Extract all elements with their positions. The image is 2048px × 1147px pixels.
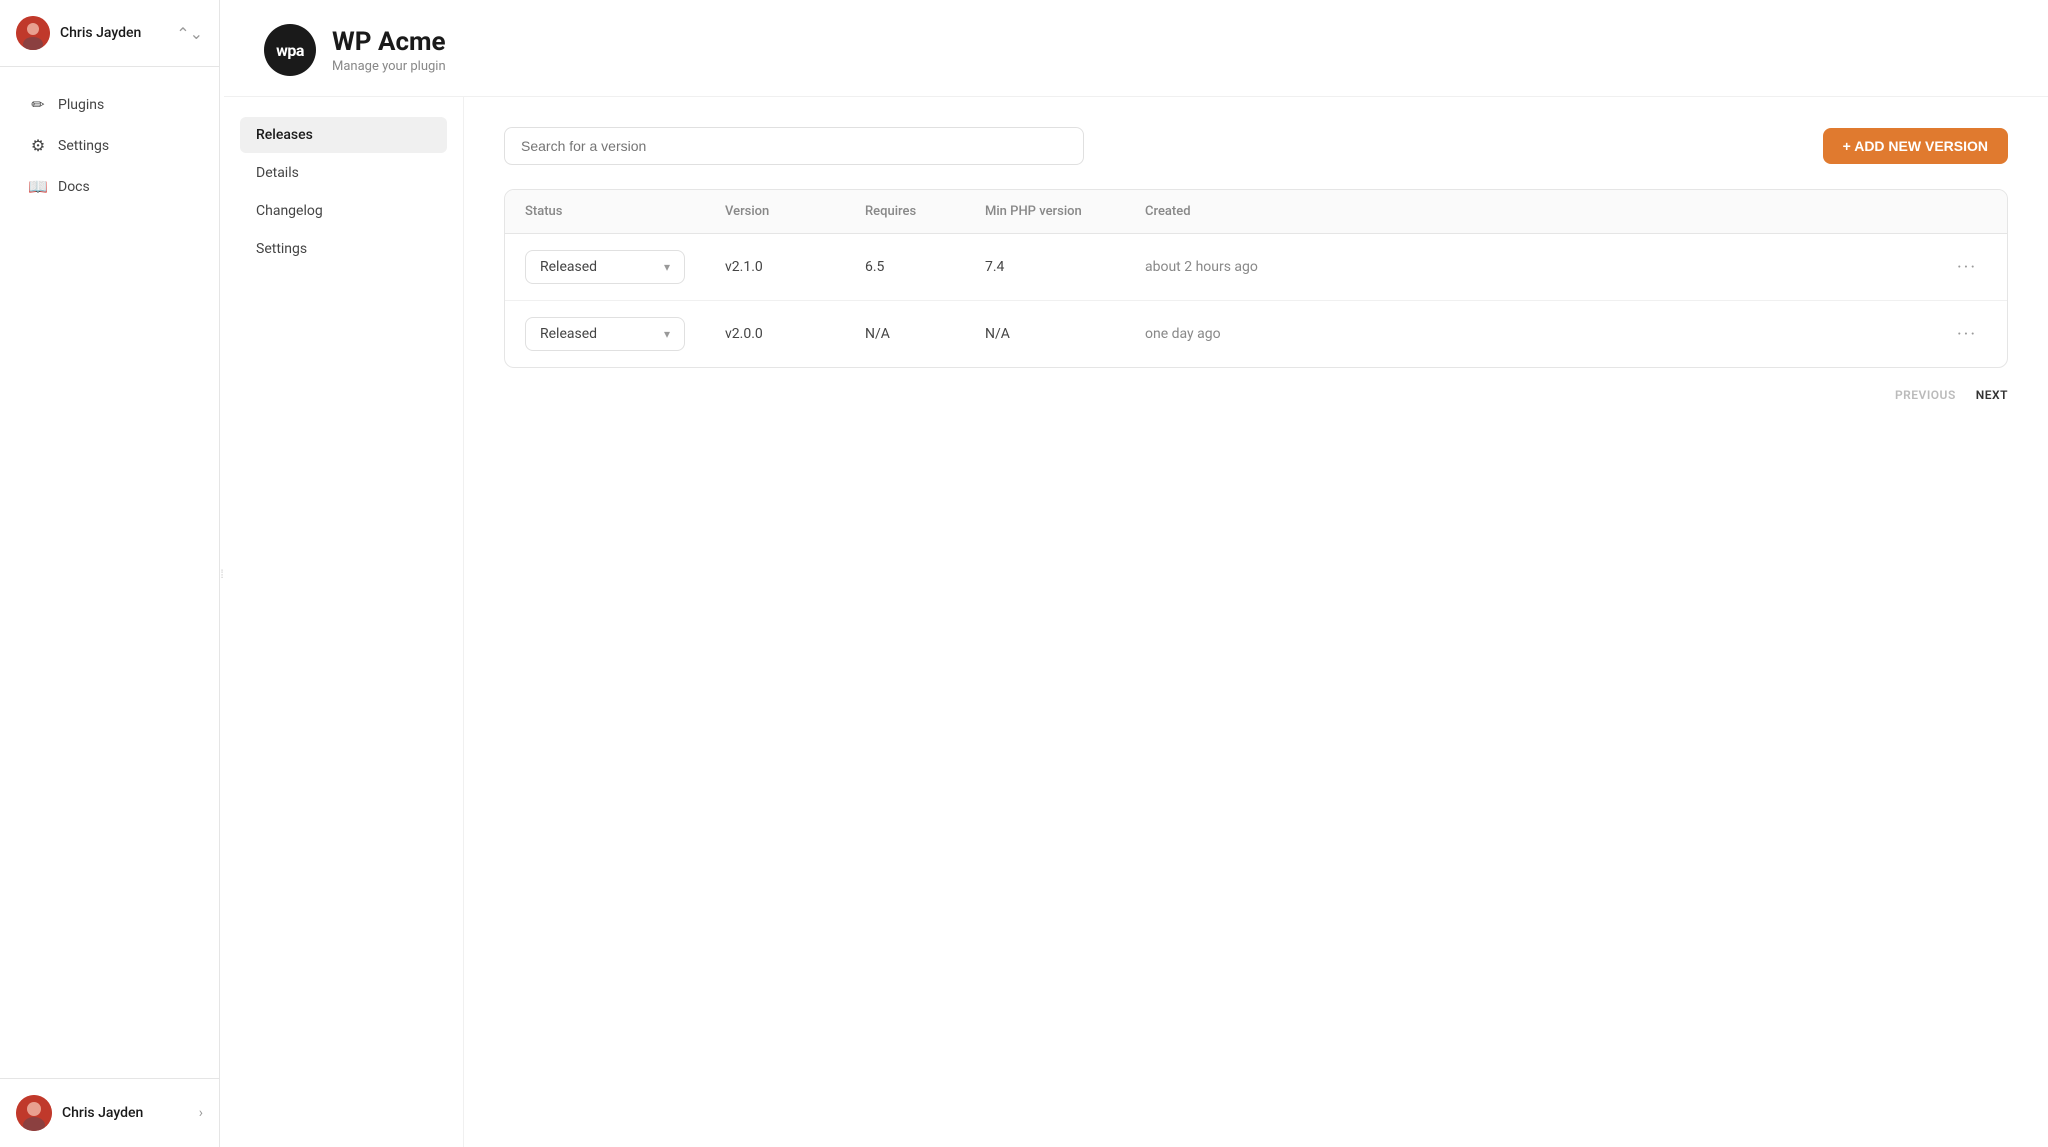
version-cell-1: v2.1.0 xyxy=(725,259,865,275)
search-box xyxy=(504,127,1084,165)
sub-sidebar: Releases Details Changelog Settings xyxy=(224,97,464,1147)
row-actions-2[interactable]: ··· xyxy=(1947,324,1987,345)
sub-nav-changelog[interactable]: Changelog xyxy=(240,193,447,229)
app-logo: wpa xyxy=(264,24,316,76)
previous-button[interactable]: PREVIOUS xyxy=(1895,388,1956,402)
sidebar-username: Chris Jayden xyxy=(60,25,166,41)
avatar-bottom xyxy=(16,1095,52,1131)
created-cell-2: one day ago xyxy=(1145,326,1947,342)
sidebar-item-label-settings: Settings xyxy=(58,138,109,154)
plugins-icon: ✏ xyxy=(28,95,48,114)
header-requires: Requires xyxy=(865,204,985,219)
php-cell-2: N/A xyxy=(985,326,1145,342)
row-actions-1[interactable]: ··· xyxy=(1947,257,1987,278)
sub-nav-details[interactable]: Details xyxy=(240,155,447,191)
header-status: Status xyxy=(525,204,725,219)
sub-nav-releases[interactable]: Releases xyxy=(240,117,447,153)
search-input[interactable] xyxy=(504,127,1084,165)
header-created: Created xyxy=(1145,204,1947,219)
status-label-2: Released xyxy=(540,326,597,342)
settings-icon: ⚙ xyxy=(28,136,48,155)
chevron-down-icon-2: ▾ xyxy=(664,327,670,341)
content-area: Releases Details Changelog Settings + AD… xyxy=(224,97,2048,1147)
page-content: + ADD NEW VERSION Status Version Require… xyxy=(464,97,2048,1147)
sidebar-item-settings[interactable]: ⚙ Settings xyxy=(8,126,211,165)
table-header: Status Version Requires Min PHP version … xyxy=(505,190,2007,234)
sidebar-item-docs[interactable]: 📖 Docs xyxy=(8,167,211,206)
requires-cell-1: 6.5 xyxy=(865,259,985,275)
header-actions xyxy=(1947,204,1987,219)
avatar-top xyxy=(16,16,50,50)
main-content: wpa WP Acme Manage your plugin Releases … xyxy=(224,0,2048,1147)
chevron-right-icon: › xyxy=(199,1105,203,1121)
app-title: WP Acme xyxy=(332,27,446,57)
table-row: Released ▾ v2.0.0 N/A N/A one day ago ··… xyxy=(505,301,2007,367)
app-title-group: WP Acme Manage your plugin xyxy=(332,27,446,74)
sidebar-item-label-docs: Docs xyxy=(58,179,90,195)
header-version: Version xyxy=(725,204,865,219)
table-row: Released ▾ v2.1.0 6.5 7.4 about 2 hours … xyxy=(505,234,2007,301)
docs-icon: 📖 xyxy=(28,177,48,196)
php-cell-1: 7.4 xyxy=(985,259,1145,275)
sidebar-item-plugins[interactable]: ✏ Plugins xyxy=(8,85,211,124)
sidebar-nav: ✏ Plugins ⚙ Settings 📖 Docs xyxy=(0,67,219,1078)
footer-username: Chris Jayden xyxy=(62,1105,189,1121)
app-header: wpa WP Acme Manage your plugin xyxy=(224,0,2048,97)
status-dropdown-2[interactable]: Released ▾ xyxy=(525,317,725,351)
next-button[interactable]: NEXT xyxy=(1976,388,2008,402)
status-label-1: Released xyxy=(540,259,597,275)
chevron-down-icon-1: ▾ xyxy=(664,260,670,274)
sub-nav-settings[interactable]: Settings xyxy=(240,231,447,267)
sidebar-footer[interactable]: Chris Jayden › xyxy=(0,1078,219,1147)
header-min-php: Min PHP version xyxy=(985,204,1145,219)
requires-cell-2: N/A xyxy=(865,326,985,342)
expand-icon: ⌃⌄ xyxy=(176,24,203,43)
app-subtitle: Manage your plugin xyxy=(332,59,446,74)
sidebar-item-label-plugins: Plugins xyxy=(58,97,104,113)
toolbar: + ADD NEW VERSION xyxy=(504,127,2008,165)
status-dropdown-1[interactable]: Released ▾ xyxy=(525,250,725,284)
pagination: PREVIOUS NEXT xyxy=(504,388,2008,402)
sidebar: Chris Jayden ⌃⌄ ✏ Plugins ⚙ Settings 📖 D… xyxy=(0,0,220,1147)
sidebar-header[interactable]: Chris Jayden ⌃⌄ xyxy=(0,0,219,67)
add-new-version-button[interactable]: + ADD NEW VERSION xyxy=(1823,128,2008,164)
created-cell-1: about 2 hours ago xyxy=(1145,259,1947,275)
version-cell-2: v2.0.0 xyxy=(725,326,865,342)
releases-table: Status Version Requires Min PHP version … xyxy=(504,189,2008,368)
